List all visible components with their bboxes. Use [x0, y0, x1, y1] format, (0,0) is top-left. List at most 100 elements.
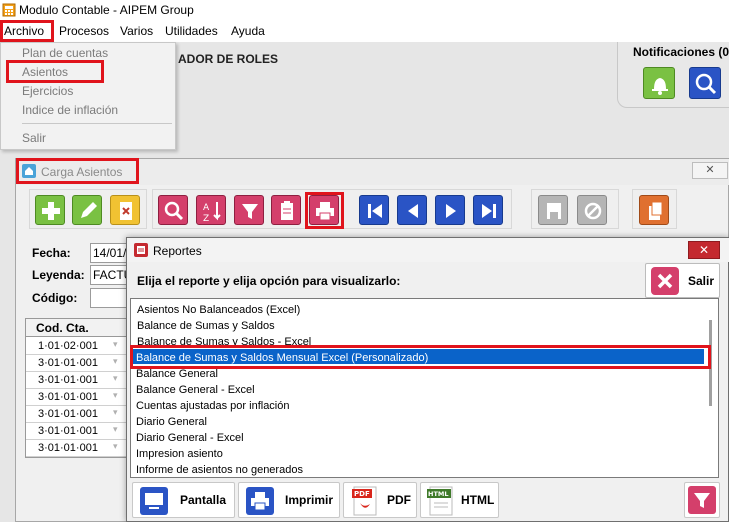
codigo-label: Código: [32, 291, 78, 305]
document-x-icon [120, 202, 132, 220]
edit-button[interactable] [72, 195, 102, 225]
print-button[interactable] [309, 195, 339, 225]
list-item[interactable]: Balance General [136, 368, 218, 380]
carga-asientos-title: Carga Asientos [41, 165, 123, 179]
add-button[interactable] [35, 195, 65, 225]
chevron-down-icon: ▾ [113, 441, 118, 451]
menu-procesos[interactable]: Procesos [57, 24, 111, 38]
list-item[interactable]: Balance General - Excel [136, 384, 255, 396]
pantalla-button[interactable]: Pantalla [132, 482, 235, 518]
table-row[interactable]: 1·01·02·001 ▾ [26, 338, 130, 355]
cell-codcta: 3·01·01·001 [38, 408, 98, 420]
menu-item-indice-inflacion[interactable]: Indice de inflación [22, 103, 118, 117]
chevron-down-icon: ▾ [113, 373, 118, 383]
cell-codcta: 1·01·02·001 [38, 340, 98, 352]
cancel-button[interactable] [577, 195, 607, 225]
svg-text:Z: Z [203, 214, 209, 224]
list-scrollbar-thumb[interactable] [709, 320, 712, 406]
cell-codcta: 3·01·01·001 [38, 442, 98, 454]
arrow-right-icon [446, 204, 456, 218]
html-button[interactable]: HTML HTML [420, 482, 499, 518]
table-row[interactable]: 3·01·01·001 ▾ [26, 423, 130, 440]
sort-button[interactable]: AZ [196, 195, 226, 225]
pdf-badge: PDF [354, 490, 370, 498]
previous-record-button[interactable] [397, 195, 427, 225]
cell-codcta: 3·01·01·001 [38, 374, 98, 386]
list-item[interactable]: Asientos No Balanceados (Excel) [137, 304, 300, 316]
report-icon [134, 243, 148, 257]
filter-button[interactable] [234, 195, 264, 225]
notifications-title: Notificaciones (0 [633, 45, 729, 59]
funnel-icon [242, 204, 258, 219]
codigo-input[interactable] [90, 288, 130, 308]
skip-last-icon [482, 204, 496, 218]
pdf-label: PDF [387, 493, 411, 507]
table-row[interactable]: 3·01·01·001 ▾ [26, 355, 130, 372]
salir-button[interactable]: Salir [645, 263, 720, 298]
bell-icon [652, 78, 668, 95]
funnel-icon [688, 486, 716, 514]
list-item[interactable]: Impresion asiento [136, 448, 223, 460]
menu-item-ejercicios[interactable]: Ejercicios [22, 84, 73, 98]
list-item[interactable]: Informe de asientos no generados [136, 464, 303, 476]
list-scrollbar[interactable] [706, 300, 718, 476]
chevron-down-icon: ▾ [113, 339, 118, 349]
grid-header-codcta: Cod. Cta. [26, 319, 130, 337]
search-button[interactable] [158, 195, 188, 225]
menu-archivo[interactable]: Archivo [2, 24, 46, 38]
next-record-button[interactable] [435, 195, 465, 225]
search-notif-button[interactable] [689, 67, 721, 99]
table-row[interactable]: 3·01·01·001 ▾ [26, 440, 130, 457]
list-item-selected[interactable]: Balance de Sumas y Saldos Mensual Excel … [136, 352, 428, 364]
table-row[interactable]: 3·01·01·001 ▾ [26, 372, 130, 389]
fecha-input[interactable]: 14/01/ [90, 243, 130, 263]
printer-icon [246, 487, 274, 515]
menu-ayuda[interactable]: Ayuda [229, 24, 267, 38]
list-item[interactable]: Balance de Sumas y Saldos [137, 320, 275, 332]
close-x-icon [651, 267, 679, 295]
chevron-down-icon: ▾ [113, 390, 118, 400]
save-button[interactable] [538, 195, 568, 225]
filter-report-button[interactable] [684, 482, 720, 518]
clipboard-icon [281, 201, 293, 220]
html-badge: HTML [428, 490, 448, 498]
bell-button[interactable] [643, 67, 675, 99]
list-item[interactable]: Cuentas ajustadas por inflación [136, 400, 289, 412]
menu-item-salir[interactable]: Salir [22, 131, 46, 145]
menu-separator [22, 123, 172, 124]
html-file-icon: HTML [427, 486, 453, 516]
html-label: HTML [461, 493, 495, 507]
printer-icon [316, 202, 334, 221]
delete-button[interactable] [110, 195, 140, 225]
first-record-button[interactable] [359, 195, 389, 225]
menu-varios[interactable]: Varios [118, 24, 155, 38]
table-row[interactable]: 3·01·01·001 ▾ [26, 406, 130, 423]
table-row[interactable]: 3·01·01·001 ▾ [26, 389, 130, 406]
menu-item-plan-de-cuentas[interactable]: Plan de cuentas [22, 46, 108, 60]
salir-label: Salir [688, 274, 715, 288]
carga-asientos-titlebar [16, 159, 729, 185]
app-icon [2, 3, 16, 17]
list-item[interactable]: Diario General - Excel [136, 432, 244, 444]
menu-item-asientos[interactable]: Asientos [22, 65, 68, 79]
copy-button[interactable] [639, 195, 669, 225]
magnifier-icon [164, 201, 184, 221]
menu-utilidades[interactable]: Utilidades [163, 24, 220, 38]
list-item[interactable]: Diario General [136, 416, 207, 428]
pencil-icon [81, 202, 97, 218]
ban-icon [584, 202, 602, 220]
save-icon [547, 203, 561, 219]
imprimir-button[interactable]: Imprimir [238, 482, 340, 518]
carga-close-button[interactable]: ✕ [692, 162, 728, 179]
leyenda-input[interactable]: FACTU [90, 265, 130, 285]
fecha-label: Fecha: [32, 246, 71, 260]
checklist-button[interactable] [271, 195, 301, 225]
list-item[interactable]: Balance de Sumas y Saldos - Excel [137, 336, 311, 348]
last-record-button[interactable] [473, 195, 503, 225]
pdf-button[interactable]: PDF PDF [343, 482, 417, 518]
cell-codcta: 3·01·01·001 [38, 425, 98, 437]
reportes-close-button[interactable]: ✕ [688, 241, 720, 259]
chevron-down-icon: ▾ [113, 407, 118, 417]
imprimir-label: Imprimir [285, 493, 334, 507]
archivo-dropdown: Plan de cuentas Asientos Ejercicios Indi… [0, 42, 176, 150]
